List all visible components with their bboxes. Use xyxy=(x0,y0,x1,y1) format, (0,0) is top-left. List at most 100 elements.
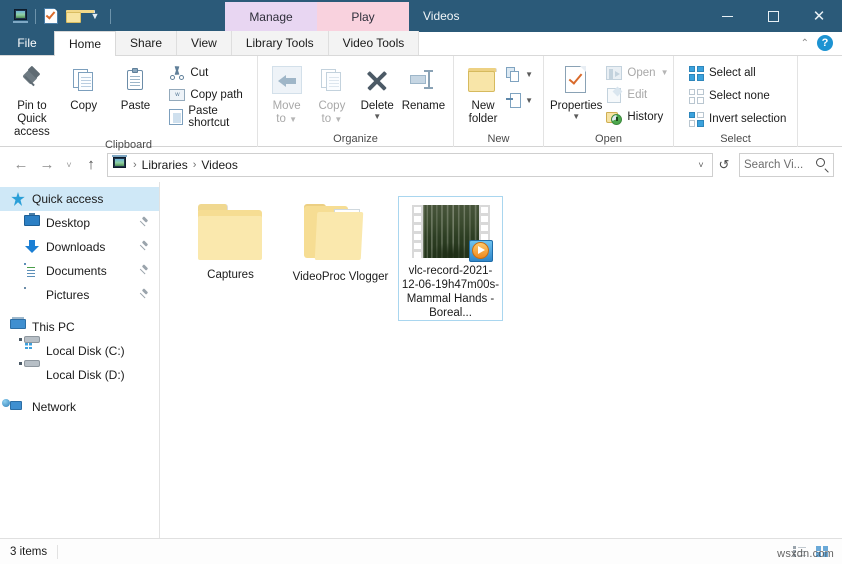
tab-library-tools[interactable]: Library Tools xyxy=(231,31,329,55)
sidebar-item-pictures[interactable]: Pictures xyxy=(0,283,159,307)
properties-button[interactable]: Properties ▼ xyxy=(550,60,602,121)
sidebar-label-quick-access: Quick access xyxy=(32,192,104,206)
search-input[interactable]: Search Vi... xyxy=(744,159,816,171)
invert-selection-button[interactable]: Invert selection xyxy=(684,109,790,129)
delete-caret-icon[interactable]: ▼ xyxy=(373,113,381,121)
copy-path-button[interactable]: w Copy path xyxy=(165,85,251,105)
refresh-button[interactable]: ↺ xyxy=(713,153,735,177)
select-none-button[interactable]: Select none xyxy=(684,86,790,106)
tab-file[interactable]: File xyxy=(0,31,54,55)
open-caret-icon[interactable]: ▼ xyxy=(661,69,669,77)
properties-icon[interactable] xyxy=(40,5,62,27)
contextual-tab-play[interactable]: Play xyxy=(317,2,409,32)
file-list-view[interactable]: Captures VideoProc Vlogger vlc-record-20… xyxy=(160,182,842,538)
open-button[interactable]: Open ▼ xyxy=(602,63,672,83)
new-small-buttons: ▼ ▼ xyxy=(502,60,537,111)
desktop-icon xyxy=(24,213,40,231)
collapse-ribbon-icon[interactable]: ⌃ xyxy=(801,38,809,49)
quick-access-star-icon xyxy=(10,191,26,207)
cut-button[interactable]: Cut xyxy=(165,63,251,83)
pin-icon-pictures[interactable] xyxy=(138,288,149,300)
invert-selection-label: Invert selection xyxy=(709,113,787,125)
breadcrumb-videos[interactable]: Videos xyxy=(198,158,240,172)
sidebar-item-desktop[interactable]: Desktop xyxy=(0,211,159,235)
ribbon-tab-strip-actions: ⌃ ? xyxy=(801,31,842,55)
pin-icon-desktop[interactable] xyxy=(138,216,149,228)
maximize-button[interactable] xyxy=(750,0,796,32)
edit-button[interactable]: Edit xyxy=(602,85,672,105)
tab-view[interactable]: View xyxy=(177,31,232,55)
tab-home[interactable]: Home xyxy=(54,31,117,56)
customize-qat-caret-icon[interactable]: ▼ xyxy=(84,5,106,27)
title-bar: ▼ Manage Play Videos ✕ xyxy=(0,0,842,32)
qat-divider-2 xyxy=(110,8,111,24)
easy-access-caret-icon[interactable]: ▼ xyxy=(525,97,533,105)
video-library-icon[interactable] xyxy=(9,5,31,27)
sidebar-label-local-disk-c: Local Disk (C:) xyxy=(46,344,125,358)
forward-button[interactable]: → xyxy=(34,152,60,178)
edit-icon xyxy=(606,86,623,103)
copy-label: Copy xyxy=(70,100,98,112)
properties-caret-icon[interactable]: ▼ xyxy=(572,113,580,121)
history-label: History xyxy=(627,111,664,123)
pin-to-quick-access-button[interactable]: Pin to Quick access xyxy=(6,60,58,139)
up-button[interactable]: ↑ xyxy=(78,152,104,178)
new-item-button[interactable]: ▼ xyxy=(502,65,537,85)
pin-icon-documents[interactable] xyxy=(138,264,149,276)
help-icon[interactable]: ? xyxy=(817,35,833,51)
file-item-captures[interactable]: Captures xyxy=(178,196,283,321)
move-to-caret-icon[interactable]: ▼ xyxy=(289,115,297,124)
contextual-tab-banners: Manage Play xyxy=(225,2,409,32)
pin-icon-downloads[interactable] xyxy=(138,240,149,252)
file-name-vlc-record: vlc-record-2021-12-06-19h47m00s-Mammal H… xyxy=(401,265,500,319)
sidebar-item-quick-access[interactable]: Quick access xyxy=(0,187,159,211)
select-none-label: Select none xyxy=(709,90,770,102)
new-folder-icon[interactable] xyxy=(62,5,95,27)
breadcrumb-bar[interactable]: › Libraries › Videos ˅ xyxy=(107,152,713,177)
search-icon[interactable] xyxy=(816,158,829,173)
breadcrumb-libraries[interactable]: Libraries xyxy=(139,158,191,172)
copy-path-icon: w xyxy=(169,87,186,103)
copy-button[interactable]: Copy xyxy=(58,60,110,113)
system-drive-icon xyxy=(19,336,40,359)
tab-video-tools[interactable]: Video Tools xyxy=(328,31,420,55)
ribbon-tab-strip: File Home Share View Library Tools Video… xyxy=(0,31,842,56)
pin-label-line1: Pin to Quick xyxy=(17,100,47,125)
search-box[interactable]: Search Vi... xyxy=(739,152,834,177)
rename-button[interactable]: Rename xyxy=(400,60,447,113)
tab-share[interactable]: Share xyxy=(116,31,178,55)
paste-button[interactable]: Paste xyxy=(110,60,162,113)
pin-icon xyxy=(19,63,45,97)
copy-to-button[interactable]: Copy to ▼ xyxy=(309,60,354,126)
sidebar-item-local-disk-d[interactable]: Local Disk (D:) xyxy=(0,360,159,387)
delete-button[interactable]: Delete ▼ xyxy=(355,60,400,121)
sidebar-item-downloads[interactable]: Downloads xyxy=(0,235,159,259)
copy-to-label-line2: to xyxy=(321,113,332,125)
watermark: wsxdn.com xyxy=(777,548,834,560)
breadcrumb-dropdown-icon[interactable]: ˅ xyxy=(692,160,710,170)
move-to-button[interactable]: Move to ▼ xyxy=(264,60,309,126)
select-all-button[interactable]: Select all xyxy=(684,63,790,83)
paste-shortcut-button[interactable]: Paste shortcut xyxy=(165,105,251,129)
close-button[interactable]: ✕ xyxy=(796,0,842,32)
history-button[interactable]: History xyxy=(602,107,672,127)
new-folder-button[interactable]: New folder xyxy=(464,60,502,126)
rename-label: Rename xyxy=(401,100,446,112)
paste-shortcut-icon xyxy=(169,109,184,125)
quick-access-toolbar: ▼ xyxy=(0,0,115,32)
easy-access-button[interactable]: ▼ xyxy=(502,91,537,111)
item-count-label: 3 items xyxy=(10,545,48,558)
history-icon xyxy=(606,109,623,125)
navigation-pane: Quick access Desktop Downloads Documents… xyxy=(0,182,160,538)
group-label-open: Open xyxy=(595,132,622,145)
copy-to-caret-icon[interactable]: ▼ xyxy=(334,115,342,124)
new-item-caret-icon[interactable]: ▼ xyxy=(525,71,533,79)
recent-locations-button[interactable]: ˅ xyxy=(60,152,78,178)
file-item-videoproc-vlogger[interactable]: VideoProc Vlogger xyxy=(288,196,393,321)
sidebar-item-documents[interactable]: Documents xyxy=(0,259,159,283)
sidebar-item-network[interactable]: Network xyxy=(0,395,159,419)
minimize-button[interactable] xyxy=(704,0,750,32)
file-item-vlc-record[interactable]: vlc-record-2021-12-06-19h47m00s-Mammal H… xyxy=(398,196,503,321)
contextual-tab-manage[interactable]: Manage xyxy=(225,2,317,32)
back-button[interactable]: ← xyxy=(8,152,34,178)
